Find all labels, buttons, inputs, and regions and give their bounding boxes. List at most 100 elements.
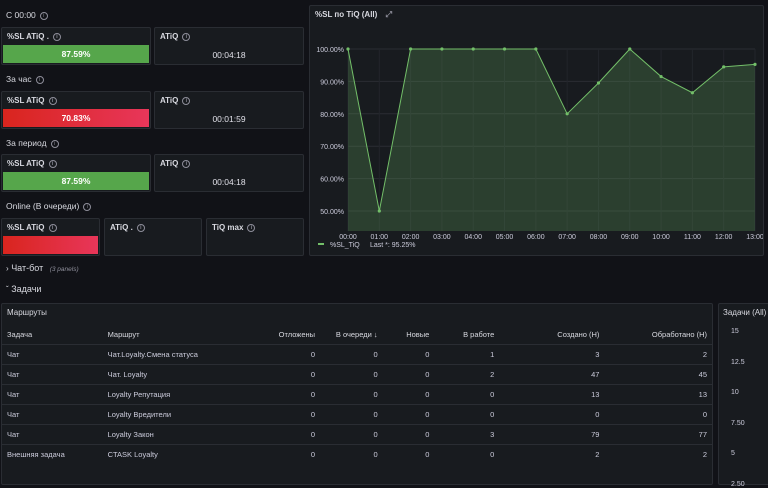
section-label-last-hour: За час i [6,74,44,84]
data-point [377,209,381,213]
sl-value-bar: 87.59% [3,45,149,63]
column-header[interactable]: Создано (Н) [499,324,604,345]
row-tasks[interactable]: ˇ Задачи [6,284,768,294]
info-icon[interactable]: i [48,159,57,168]
info-icon[interactable]: i [48,96,57,105]
table-cell: 77 [604,424,712,445]
table-cell: 0 [382,344,435,365]
table-cell: Чат.Loyalty.Смена статуса [102,344,263,365]
table-cell: 0 [434,404,500,425]
panel-title: Задачи (All) [723,308,767,317]
chevron-right-icon: › [6,264,9,273]
axis-tick-label: 10 [731,389,739,396]
table-row[interactable]: Чат Чат. Loyalty 0 0 0 2 47 45 [2,364,712,385]
table-cell: Чат [2,384,103,405]
x-tick-label: 06:00 [527,234,545,241]
row-chatbot[interactable]: › Чат-бот (3 panels) [6,263,768,273]
info-icon[interactable]: i [35,75,44,84]
column-header[interactable]: Обработано (Н) [604,324,712,345]
column-header[interactable]: Маршрут [103,324,263,345]
table-cell: 0 [262,364,321,385]
axis-tick-label: 7.50 [731,419,745,427]
data-point [471,47,475,51]
table-cell: 0 [262,384,321,405]
legend-last-value: Last *: 95.25% [370,242,416,249]
panel-title: TiQ max [212,223,244,232]
table-cell: Чат [2,404,103,425]
axis-tick-label: 15 [731,328,739,335]
info-icon[interactable]: i [48,223,57,232]
atiq-panel[interactable]: ATiQ i 00:04:18 [154,154,304,192]
table-row[interactable]: Чат Loyalty Репутация 0 0 0 0 13 13 [2,384,712,405]
sl-panel[interactable]: %SL ATiQ i 70.83% [1,91,151,129]
y-tick-label: 70.00% [320,144,344,151]
table-row[interactable]: Чат Loyalty Закон 0 0 0 3 79 77 [2,424,712,445]
info-icon[interactable]: i [39,11,48,20]
table-cell: Внешняя задача [2,444,103,464]
routes-table-panel[interactable]: Маршруты Задача Маршрут Отложены В очереди … [1,303,713,485]
panel-title: %SL ATiQ . [7,32,49,41]
info-icon[interactable]: i [182,96,191,105]
column-header[interactable]: Новые [383,324,435,345]
sl-value-bar: 70.83% [3,109,149,127]
table-cell: Чат [2,344,103,365]
table-cell: Чат [2,364,103,385]
section-label-since-midnight: С 00:00 i [6,10,48,20]
sl-panel[interactable]: %SL ATiQ .i 87.59% [1,27,151,65]
atiq-panel[interactable]: ATiQ i 00:01:59 [154,91,304,129]
table-cell: 0 [499,404,605,425]
y-tick-label: 50.00% [320,209,344,216]
section-label-period: За период i [6,138,59,148]
data-point [690,91,694,95]
table-row[interactable]: Чат Loyalty Вредители 0 0 0 0 0 0 [2,404,712,425]
table-cell: Loyalty Закон [102,424,263,445]
sl-tiq-chart-panel[interactable]: %SL по TiQ (All) ⤢ 100.00% 90.00% 80.00% 70… [309,5,764,256]
sl-value-bar [3,236,98,254]
info-icon[interactable]: i [182,159,191,168]
data-point [722,65,726,69]
legend-label: %SL_TiQ [330,242,360,249]
online-atiq-panel[interactable]: ATiQ .i [104,218,202,256]
info-icon[interactable]: i [83,202,92,211]
x-tick-label: 07:00 [558,234,576,241]
table-cell: 0 [382,424,435,445]
column-header[interactable]: Задача [2,324,103,345]
table-cell: 79 [499,424,605,445]
table-cell: 0 [320,344,383,365]
info-icon[interactable]: i [50,139,59,148]
tasks-chart-panel[interactable]: Задачи (All) 15 12.5 10 7.50 5 2.50 [718,303,768,488]
table-cell: Loyalty Репутация [102,384,263,405]
table-cell: 2 [499,444,605,464]
info-icon[interactable]: i [136,223,145,232]
sl-panel[interactable]: %SL ATiQ i 87.59% [1,154,151,192]
info-icon[interactable]: i [182,32,191,41]
online-tiq-max-panel[interactable]: TiQ max i [206,218,304,256]
table-cell: 3 [434,424,500,445]
online-sl-panel[interactable]: %SL ATiQ i [1,218,100,256]
table-cell: 0 [320,384,383,405]
data-point [596,81,601,85]
panel-title: ATiQ [160,32,179,41]
table-row[interactable]: Внешняя задача CTASK Loyalty 0 0 0 0 2 2 [2,444,712,464]
column-header[interactable]: Отложены [263,324,320,345]
panel-title: Маршруты [7,308,47,317]
data-point [659,74,663,79]
table-cell: 0 [604,404,712,425]
atiq-panel[interactable]: ATiQ i 00:04:18 [154,27,304,65]
table-row[interactable]: Чат Чат.Loyalty.Смена статуса 0 0 0 1 3 2 [2,344,712,365]
info-icon[interactable]: i [247,223,256,232]
table-cell: 0 [434,384,500,405]
table-cell: 0 [434,444,500,464]
sl-value-bar: 87.59% [3,172,149,190]
x-tick-label: 01:00 [371,234,389,241]
table-cell: 2 [604,344,712,365]
info-icon[interactable]: i [52,32,61,41]
row-panel-count: (3 panels) [49,266,79,273]
section-label-online: Online (В очереди) i [6,201,92,211]
column-header[interactable]: В работе [434,324,499,345]
chart-svg: 100.00% 90.00% 80.00% 70.00% 60.00% 50.00% 00:… [316,47,763,249]
x-tick-label: 00:00 [339,234,357,241]
column-header[interactable]: В очереди ↓ [320,324,383,345]
table-cell: 13 [499,384,605,405]
table-cell: 0 [382,444,435,464]
